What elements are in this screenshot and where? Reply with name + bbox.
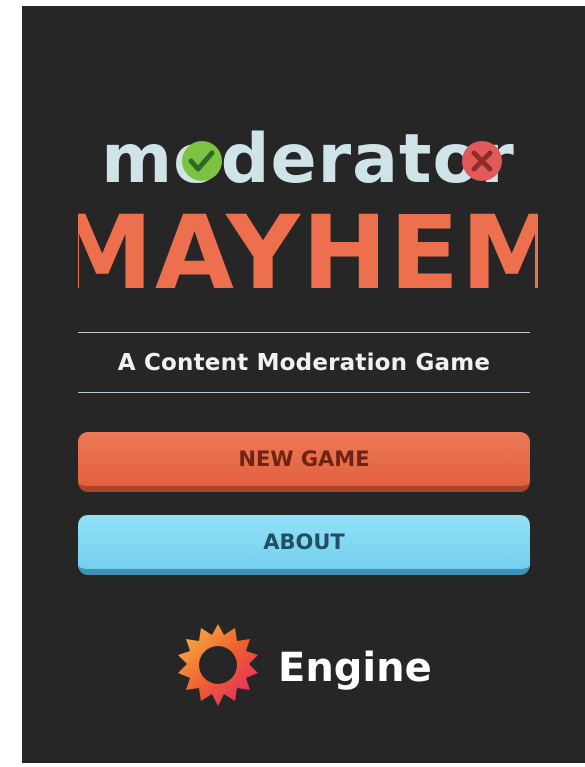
check-icon (182, 141, 222, 181)
game-screen: moderator MAYHEM A Content Moderation Ga… (22, 6, 585, 763)
about-label: ABOUT (263, 530, 345, 554)
subtitle-banner: A Content Moderation Game (78, 332, 530, 393)
game-logo: moderator MAYHEM (78, 120, 538, 306)
logo-word-mayhem: MAYHEM (78, 194, 538, 306)
about-button[interactable]: ABOUT (78, 515, 530, 575)
x-icon (462, 141, 502, 181)
engine-sunburst-icon (178, 624, 258, 706)
game-subtitle: A Content Moderation Game (117, 349, 491, 376)
new-game-label: NEW GAME (238, 447, 370, 471)
new-game-button[interactable]: NEW GAME (78, 432, 530, 492)
logo-word-moderator: moderator (101, 120, 515, 199)
engine-name: Engine (278, 645, 432, 691)
engine-sponsor-logo: Engine (172, 620, 442, 716)
